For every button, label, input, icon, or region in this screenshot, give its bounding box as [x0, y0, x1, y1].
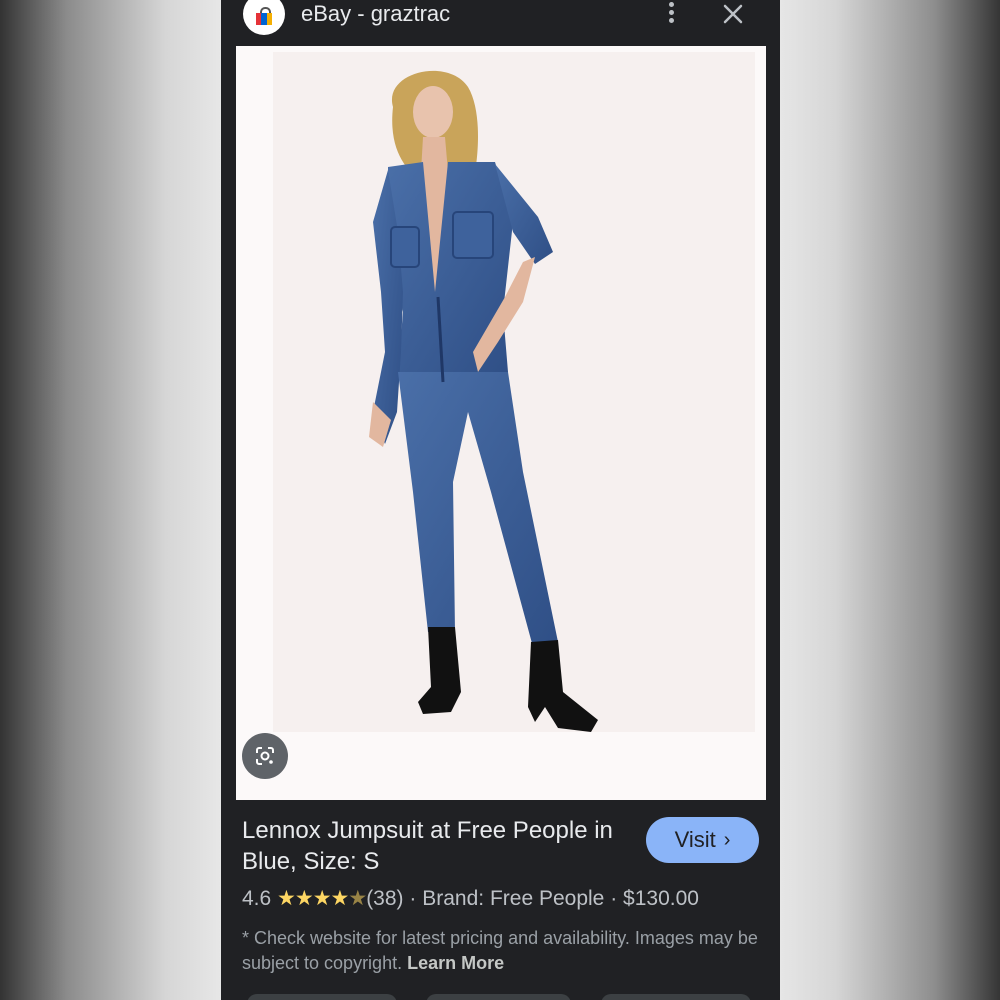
product-meta: 4.6 ★★★★★(38) · Brand: Free People · $13…	[242, 885, 699, 913]
brand: Brand: Free People	[422, 887, 605, 910]
panel-header: eBay - graztrac	[221, 0, 780, 46]
google-lens-icon[interactable]	[242, 733, 288, 779]
review-count: (38)	[366, 887, 404, 910]
site-title[interactable]: eBay - graztrac	[301, 0, 450, 28]
star-rating-icon: ★★★★★	[277, 887, 367, 910]
product-photo[interactable]	[273, 52, 755, 732]
product-image-container	[236, 46, 766, 800]
separator: ·	[409, 887, 417, 910]
rating-value: 4.6	[242, 887, 272, 910]
image-preview-panel: eBay - graztrac Lennox Jumpsuit at Free …	[221, 0, 780, 1000]
related-chip[interactable]	[247, 994, 397, 1000]
chevron-right-icon: ›	[723, 828, 731, 851]
visit-label: Visit	[674, 827, 716, 852]
related-chip[interactable]	[601, 994, 751, 1000]
more-vert-icon[interactable]	[661, 2, 681, 26]
related-chip[interactable]	[426, 994, 571, 1000]
learn-more-link[interactable]: Learn More	[407, 953, 504, 973]
background-left	[0, 0, 221, 1000]
ebay-shopping-bag-icon	[243, 0, 285, 35]
separator: ·	[610, 887, 618, 910]
visit-button[interactable]: Visit ›	[646, 817, 759, 863]
product-title[interactable]: Lennox Jumpsuit at Free People in Blue, …	[242, 815, 642, 877]
price: $130.00	[623, 887, 699, 910]
disclaimer: * Check website for latest pricing and a…	[242, 926, 762, 976]
close-icon[interactable]	[721, 2, 745, 26]
background-right	[780, 0, 1000, 1000]
